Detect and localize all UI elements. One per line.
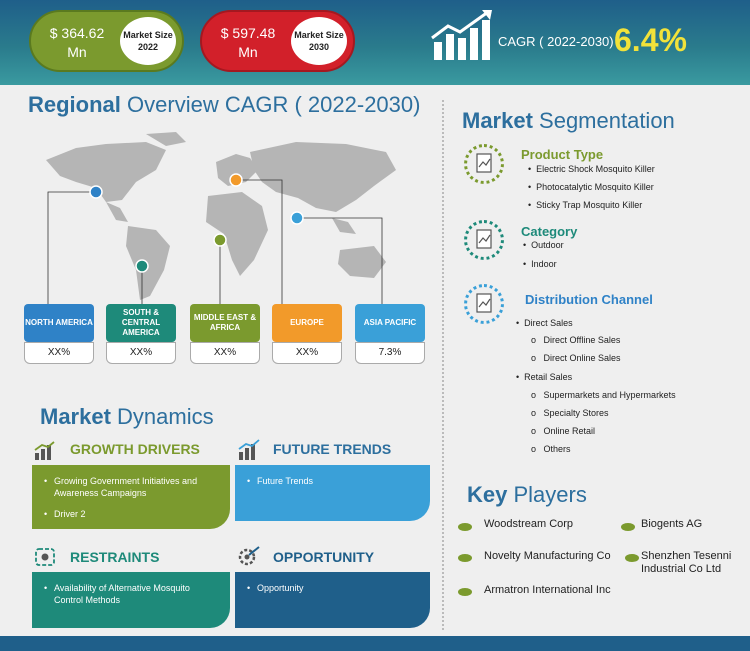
distribution-sub-item: o Direct Online Sales [531,353,621,363]
region-value-south-central-america: XX% [106,342,176,364]
key-player: Shenzhen Tesenni Industrial Co Ltd [641,550,732,575]
market-dynamics-title: Market Dynamics [40,404,214,429]
region-asia-pacific: ASIA PACIFIC [355,304,425,342]
category-item: • Outdoor [523,240,564,250]
restraints-heading: RESTRAINTS [70,549,160,565]
category-item: • Indoor [523,259,557,269]
region-value-asia-pacific: 7.3% [355,342,425,364]
opportunity-heading: OPPORTUNITY [273,549,375,565]
regional-overview-title: Regional Overview CAGR ( 2022-2030) [28,92,421,117]
opportunity-icon [238,546,260,566]
key-player: Biogents AG [641,518,703,530]
restraints-card: Availability of Alternative Mosquito Con… [32,572,230,628]
restraint-item: Availability of Alternative Mosquito Con… [44,582,218,606]
key-player: Woodstream Corp [484,518,574,530]
player-bullet [458,588,472,596]
product-type-item: • Electric Shock Mosquito Killer [528,164,655,174]
distribution-retail-sales: • Retail Sales [516,372,573,382]
growth-drivers-icon [34,441,55,460]
key-player: Novelty Manufacturing Co [484,550,611,562]
region-europe: EUROPE [272,304,342,342]
opportunity-item: Opportunity [247,582,418,594]
region-middle-east-africa: MIDDLE EAST & AFRICA [190,304,260,342]
asia-pacific-marker [290,211,304,225]
distribution-sub-item: o Online Retail [531,426,596,436]
distribution-direct-sales: • Direct Sales [516,318,573,328]
region-north-america: NORTH AMERICA [24,304,94,342]
growth-driver-item: Growing Government Initiatives and Aware… [44,475,218,499]
north-america-marker [89,185,103,199]
distribution-sub-item: o Supermarkets and Hypermarkets [531,390,676,400]
future-trends-icon [238,439,260,460]
mea-marker [213,233,227,247]
distribution-channel-icon [464,284,504,324]
footer-bar [0,636,750,651]
player-bullet [458,554,472,562]
category-icon [464,220,504,260]
category-heading: Category [521,224,578,239]
player-bullet [621,523,635,531]
restraints-icon [35,548,55,566]
south-america-marker [135,259,149,273]
player-bullet [625,554,639,562]
region-value-europe: XX% [272,342,342,364]
europe-marker [229,173,243,187]
market-size-2022-value: $ 364.62 Mn [49,25,105,60]
market-segmentation-title: Market Segmentation [462,108,675,133]
opportunity-card: Opportunity [235,572,430,628]
region-south-central-america: SOUTH & CENTRAL AMERICA [106,304,176,342]
world-map [46,132,396,304]
distribution-channel-heading: Distribution Channel [525,292,653,307]
product-type-icon [464,144,504,184]
growth-driver-item: Driver 2 [44,508,218,520]
distribution-sub-item: o Others [531,444,571,454]
product-type-heading: Product Type [521,147,604,162]
key-player: Armatron International Inc [484,584,611,596]
market-size-2022-badge: $ 364.62 Mn Market Size 2022 [29,10,184,72]
cagr-value: 6.4% [614,22,687,58]
column-divider [442,100,444,630]
growth-drivers-card: Growing Government Initiatives and Aware… [32,465,230,529]
region-value-middle-east-africa: XX% [190,342,260,364]
growth-chart-icon [431,10,492,60]
distribution-sub-item: o Direct Offline Sales [531,335,621,345]
product-type-item: • Photocatalytic Mosquito Killer [528,182,654,192]
market-size-2030-value: $ 597.48 Mn [220,25,276,60]
future-trends-card: Future Trends [235,465,430,521]
player-bullet [458,523,472,531]
distribution-sub-item: o Specialty Stores [531,408,609,418]
product-type-item: • Sticky Trap Mosquito Killer [528,200,643,210]
cagr-label: CAGR ( 2022-2030) [498,34,614,49]
future-trends-heading: FUTURE TRENDS [273,441,392,457]
future-trend-item: Future Trends [247,475,418,487]
market-size-2030-label: Market Size 2030 [291,17,347,65]
growth-drivers-heading: GROWTH DRIVERS [70,441,200,457]
market-size-2022-label: Market Size 2022 [120,17,176,65]
region-value-north-america: XX% [24,342,94,364]
market-size-2030-badge: $ 597.48 Mn Market Size 2030 [200,10,355,72]
key-players-title: Key Players [467,482,587,507]
